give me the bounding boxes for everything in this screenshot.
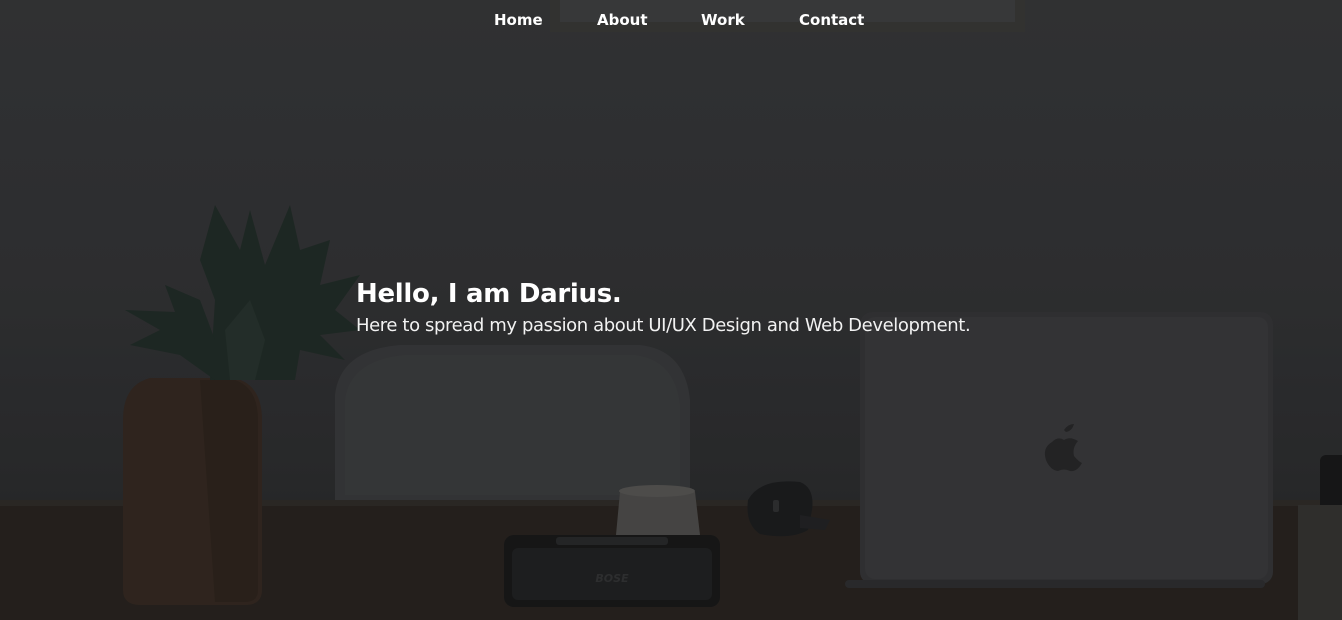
dark-overlay — [0, 0, 1342, 620]
top-navigation: Home About Work Contact — [0, 0, 1342, 40]
nav-link-work[interactable]: Work — [701, 10, 745, 30]
nav-link-contact[interactable]: Contact — [799, 10, 864, 30]
hero-section: BOSE Home About Work Contact Hello, I am… — [0, 0, 1342, 620]
hero-tagline: Here to spread my passion about UI/UX De… — [356, 315, 971, 336]
hero-headline: Hello, I am Darius. — [356, 279, 622, 309]
nav-link-about[interactable]: About — [597, 10, 648, 30]
nav-link-home[interactable]: Home — [494, 10, 543, 30]
